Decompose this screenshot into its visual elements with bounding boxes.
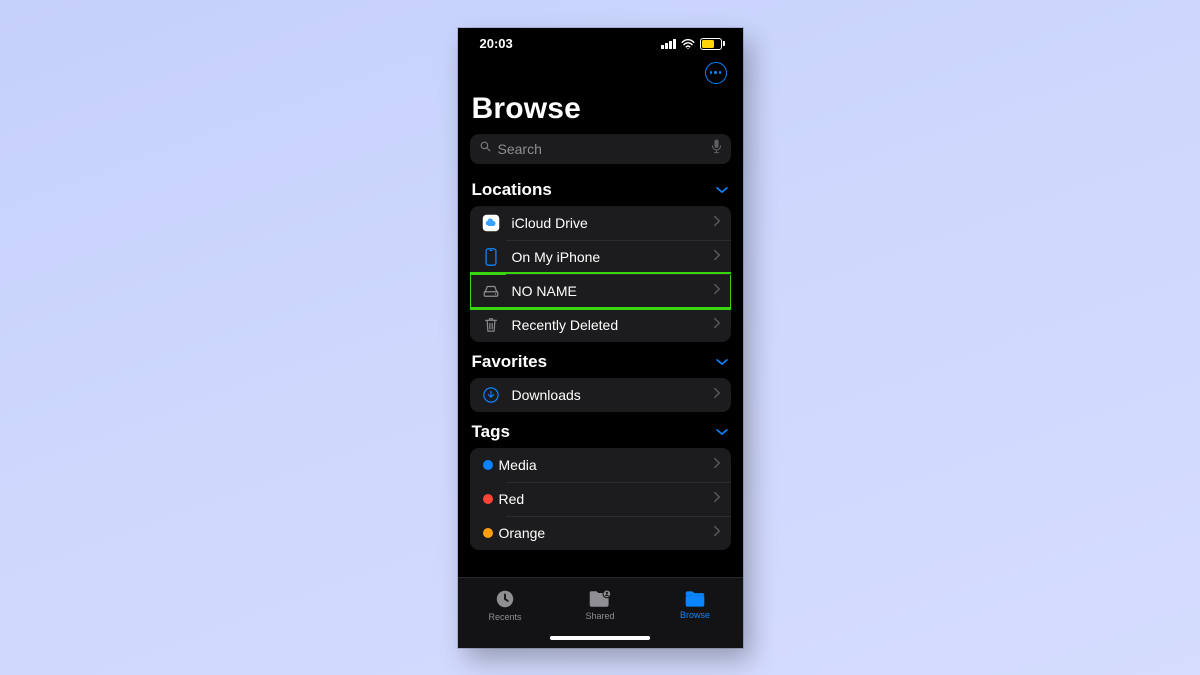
status-time: 20:03	[480, 36, 513, 51]
chevron-right-icon	[713, 316, 721, 334]
chevron-down-icon	[715, 185, 729, 195]
chevron-down-icon	[715, 357, 729, 367]
list-item-label: Recently Deleted	[512, 317, 713, 333]
list-item-label: Media	[499, 457, 713, 473]
list-item-label: On My iPhone	[512, 249, 713, 265]
chevron-right-icon	[713, 386, 721, 404]
tag-item[interactable]: Orange	[470, 516, 731, 550]
phone-frame: 20:03 64 Browse Search Loc	[458, 28, 743, 648]
tab-label: Shared	[585, 611, 614, 621]
chevron-down-icon	[715, 427, 729, 437]
list-item-label: Downloads	[512, 387, 713, 403]
favorites-list: Downloads	[470, 378, 731, 412]
tab-browse[interactable]: Browse	[648, 578, 743, 632]
chevron-right-icon	[713, 214, 721, 232]
cellular-signal-icon	[661, 39, 676, 49]
battery-icon: 64	[700, 38, 725, 50]
tag-item[interactable]: Media	[470, 448, 731, 482]
tag-item[interactable]: Red	[470, 482, 731, 516]
tab-label: Browse	[680, 610, 710, 620]
tag-color-dot	[483, 494, 493, 504]
location-item-icloud[interactable]: iCloud Drive	[470, 206, 731, 240]
favorite-item-downloads[interactable]: Downloads	[470, 378, 731, 412]
clock-icon	[494, 588, 516, 610]
section-header-locations[interactable]: Locations	[470, 170, 731, 206]
section-header-favorites[interactable]: Favorites	[470, 342, 731, 378]
iphone-icon	[480, 248, 502, 266]
chevron-right-icon	[713, 248, 721, 266]
chevron-right-icon	[713, 282, 721, 300]
home-indicator	[458, 632, 743, 648]
tab-recents[interactable]: Recents	[458, 578, 553, 632]
list-item-label: Orange	[499, 525, 713, 541]
tab-bar: Recents Shared Browse	[458, 577, 743, 632]
section-title: Locations	[472, 180, 552, 200]
tab-label: Recents	[488, 612, 521, 622]
page-title: Browse	[458, 84, 743, 134]
external-drive-icon	[480, 284, 502, 298]
chevron-right-icon	[713, 490, 721, 508]
section-header-tags[interactable]: Tags	[470, 412, 731, 448]
status-bar: 20:03 64	[458, 28, 743, 58]
section-title: Favorites	[472, 352, 548, 372]
chevron-right-icon	[713, 524, 721, 542]
section-title: Tags	[472, 422, 510, 442]
search-icon	[479, 140, 492, 158]
location-item-external-drive[interactable]: NO NAME	[470, 274, 731, 308]
download-icon	[480, 386, 502, 404]
trash-icon	[480, 317, 502, 333]
folder-icon	[684, 590, 706, 608]
tag-color-dot	[483, 460, 493, 470]
location-item-recently-deleted[interactable]: Recently Deleted	[470, 308, 731, 342]
list-item-label: Red	[499, 491, 713, 507]
more-options-button[interactable]	[705, 62, 727, 84]
list-item-label: iCloud Drive	[512, 215, 713, 231]
list-item-label: NO NAME	[512, 283, 713, 299]
search-input[interactable]: Search	[470, 134, 731, 164]
tag-color-dot	[483, 528, 493, 538]
tab-shared[interactable]: Shared	[553, 578, 648, 632]
shared-folder-icon	[588, 589, 612, 609]
icloud-drive-icon	[480, 214, 502, 232]
microphone-icon[interactable]	[711, 139, 722, 159]
tags-list: Media Red Orange	[470, 448, 731, 550]
wifi-icon	[681, 39, 695, 49]
location-item-iphone[interactable]: On My iPhone	[470, 240, 731, 274]
chevron-right-icon	[713, 456, 721, 474]
locations-list: iCloud Drive On My iPhone NO NAME	[470, 206, 731, 342]
search-placeholder: Search	[498, 141, 711, 157]
